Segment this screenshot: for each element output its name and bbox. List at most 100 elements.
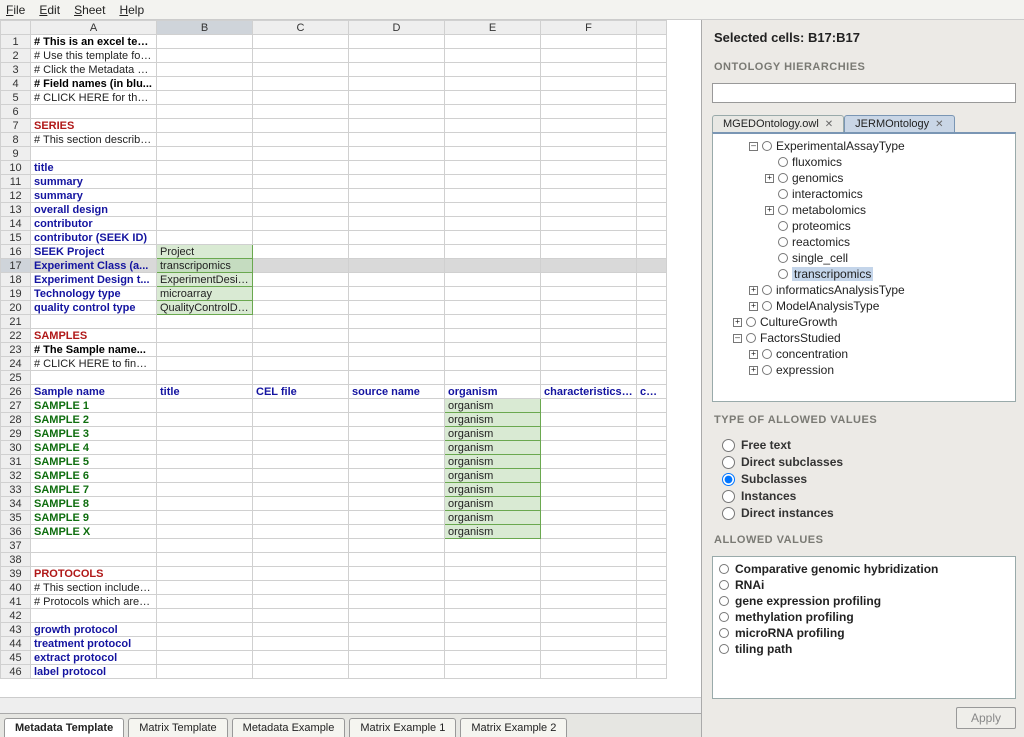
- cell-G20[interactable]: [637, 301, 667, 315]
- cell-G36[interactable]: [637, 525, 667, 539]
- cell-G42[interactable]: [637, 609, 667, 623]
- cell-E20[interactable]: [445, 301, 541, 315]
- cell-C9[interactable]: [253, 147, 349, 161]
- cell-D14[interactable]: [349, 217, 445, 231]
- cell-G14[interactable]: [637, 217, 667, 231]
- cell-F15[interactable]: [541, 231, 637, 245]
- cell-D32[interactable]: [349, 469, 445, 483]
- cell-D44[interactable]: [349, 637, 445, 651]
- cell-F9[interactable]: [541, 147, 637, 161]
- cell-E28[interactable]: organism: [445, 413, 541, 427]
- column-header-C[interactable]: C: [253, 21, 349, 35]
- cell-D29[interactable]: [349, 427, 445, 441]
- row-header-15[interactable]: 15: [1, 231, 31, 245]
- cell-G23[interactable]: [637, 343, 667, 357]
- cell-G7[interactable]: [637, 119, 667, 133]
- row-header-28[interactable]: 28: [1, 413, 31, 427]
- tree-toggle-icon[interactable]: +: [765, 174, 774, 183]
- row-header-2[interactable]: 2: [1, 49, 31, 63]
- cell-D9[interactable]: [349, 147, 445, 161]
- cell-B38[interactable]: [157, 553, 253, 567]
- cell-G6[interactable]: [637, 105, 667, 119]
- cell-C1[interactable]: [253, 35, 349, 49]
- cell-G2[interactable]: [637, 49, 667, 63]
- allowed-value-comparative-genomic-hybridization[interactable]: Comparative genomic hybridization: [719, 561, 1009, 577]
- cell-C31[interactable]: [253, 455, 349, 469]
- row-header-35[interactable]: 35: [1, 511, 31, 525]
- cell-A1[interactable]: # This is an excel templ...: [31, 35, 157, 49]
- cell-F13[interactable]: [541, 203, 637, 217]
- cell-E39[interactable]: [445, 567, 541, 581]
- sheet-tab-matrix-example-2[interactable]: Matrix Example 2: [460, 718, 567, 737]
- row-header-32[interactable]: 32: [1, 469, 31, 483]
- cell-G39[interactable]: [637, 567, 667, 581]
- row-header-6[interactable]: 6: [1, 105, 31, 119]
- cell-G45[interactable]: [637, 651, 667, 665]
- cell-E27[interactable]: organism: [445, 399, 541, 413]
- cell-F11[interactable]: [541, 175, 637, 189]
- cell-G24[interactable]: [637, 357, 667, 371]
- cell-D45[interactable]: [349, 651, 445, 665]
- column-header-A[interactable]: A: [31, 21, 157, 35]
- cell-E16[interactable]: [445, 245, 541, 259]
- cell-E26[interactable]: organism: [445, 385, 541, 399]
- cell-C15[interactable]: [253, 231, 349, 245]
- cell-F10[interactable]: [541, 161, 637, 175]
- cell-A10[interactable]: title: [31, 161, 157, 175]
- cell-E11[interactable]: [445, 175, 541, 189]
- cell-F6[interactable]: [541, 105, 637, 119]
- tree-node-modelanalysistype[interactable]: +ModelAnalysisType: [749, 299, 1013, 313]
- cell-A46[interactable]: label protocol: [31, 665, 157, 679]
- menu-edit[interactable]: Edit: [39, 3, 60, 17]
- cell-D25[interactable]: [349, 371, 445, 385]
- row-header-27[interactable]: 27: [1, 399, 31, 413]
- cell-C29[interactable]: [253, 427, 349, 441]
- cell-A23[interactable]: # The Sample name...: [31, 343, 157, 357]
- cell-B10[interactable]: [157, 161, 253, 175]
- cell-D6[interactable]: [349, 105, 445, 119]
- row-header-37[interactable]: 37: [1, 539, 31, 553]
- cell-G12[interactable]: [637, 189, 667, 203]
- close-icon[interactable]: ✕: [935, 119, 943, 130]
- tree-toggle-icon[interactable]: –: [749, 142, 758, 151]
- cell-A3[interactable]: # Click the Metadata Ex...: [31, 63, 157, 77]
- cell-C42[interactable]: [253, 609, 349, 623]
- cell-B25[interactable]: [157, 371, 253, 385]
- cell-D11[interactable]: [349, 175, 445, 189]
- cell-C35[interactable]: [253, 511, 349, 525]
- cell-F12[interactable]: [541, 189, 637, 203]
- cell-G8[interactable]: [637, 133, 667, 147]
- cell-A19[interactable]: Technology type: [31, 287, 157, 301]
- cell-E18[interactable]: [445, 273, 541, 287]
- cell-E19[interactable]: [445, 287, 541, 301]
- cell-A11[interactable]: summary: [31, 175, 157, 189]
- cell-D46[interactable]: [349, 665, 445, 679]
- cell-A5[interactable]: # CLICK HERE for the F...: [31, 91, 157, 105]
- cell-E1[interactable]: [445, 35, 541, 49]
- row-header-7[interactable]: 7: [1, 119, 31, 133]
- cell-C44[interactable]: [253, 637, 349, 651]
- allowed-value-methylation-profiling[interactable]: methylation profiling: [719, 609, 1009, 625]
- row-header-26[interactable]: 26: [1, 385, 31, 399]
- cell-E10[interactable]: [445, 161, 541, 175]
- cell-F2[interactable]: [541, 49, 637, 63]
- cell-B9[interactable]: [157, 147, 253, 161]
- cell-G28[interactable]: [637, 413, 667, 427]
- cell-A15[interactable]: contributor (SEEK ID): [31, 231, 157, 245]
- cell-B43[interactable]: [157, 623, 253, 637]
- cell-G10[interactable]: [637, 161, 667, 175]
- cell-B1[interactable]: [157, 35, 253, 49]
- tree-toggle-icon[interactable]: +: [733, 318, 742, 327]
- row-header-23[interactable]: 23: [1, 343, 31, 357]
- row-header-31[interactable]: 31: [1, 455, 31, 469]
- cell-B20[interactable]: QualityControlDesc...: [157, 301, 253, 315]
- cell-D40[interactable]: [349, 581, 445, 595]
- cell-F31[interactable]: [541, 455, 637, 469]
- cell-A18[interactable]: Experiment Design t...: [31, 273, 157, 287]
- cell-B23[interactable]: [157, 343, 253, 357]
- cell-D16[interactable]: [349, 245, 445, 259]
- radio-input[interactable]: [722, 490, 735, 503]
- radio-input[interactable]: [722, 473, 735, 486]
- tree-toggle-icon[interactable]: –: [733, 334, 742, 343]
- cell-A6[interactable]: [31, 105, 157, 119]
